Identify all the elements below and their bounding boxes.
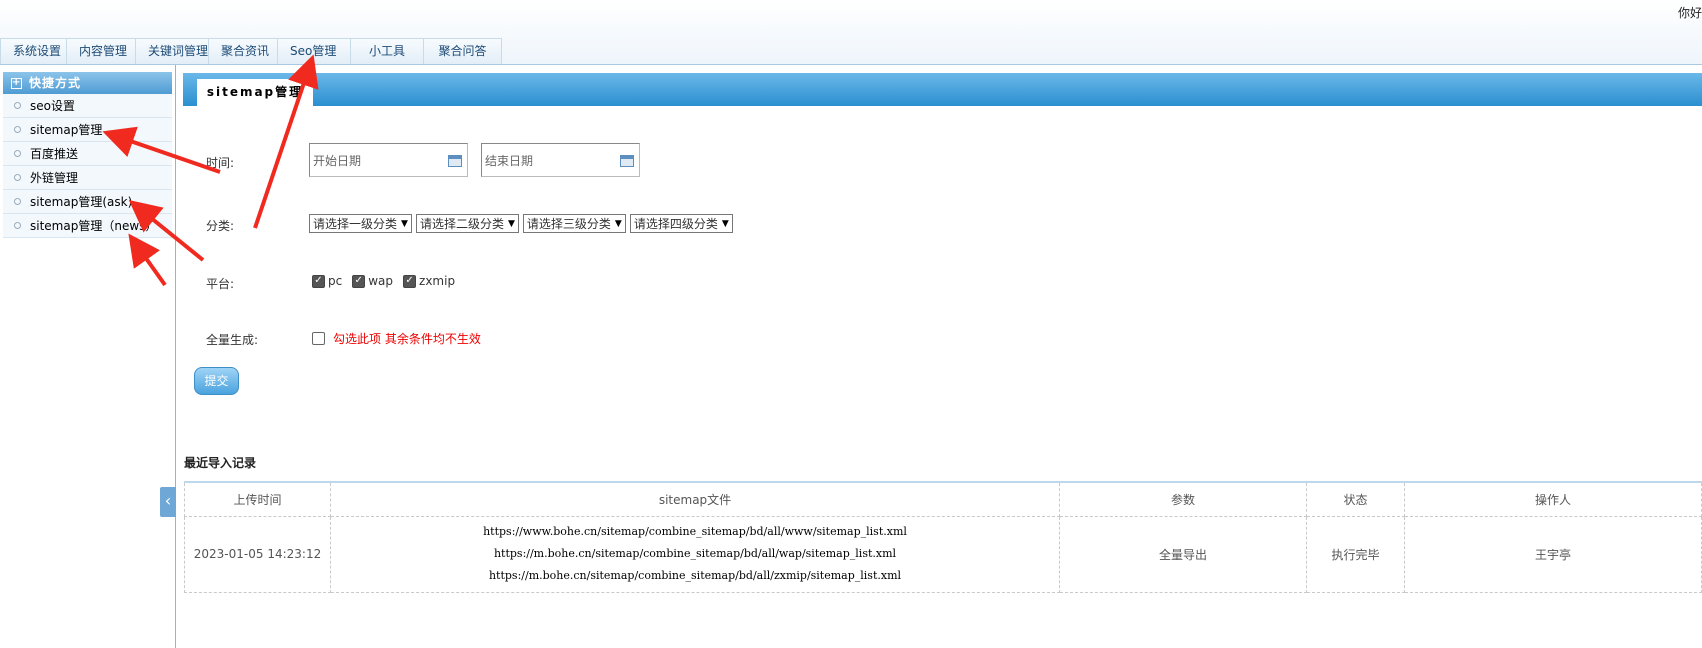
platform-wap-checkbox[interactable]: ✓ <box>352 274 366 288</box>
full-generate-checkbox[interactable] <box>312 332 325 345</box>
sidebar-item-label: sitemap管理（news） <box>30 219 158 233</box>
platform-pc-checkbox[interactable]: ✓ <box>312 274 325 288</box>
full-generate-label: 全量生成: <box>206 333 259 347</box>
nav-tab-content-management[interactable]: 内容管理 <box>67 38 136 64</box>
sitemap-file-url: https://www.bohe.cn/sitemap/combine_site… <box>483 525 907 538</box>
sidebar-title: 快捷方式 <box>29 76 82 90</box>
time-label: 时间: <box>206 156 235 170</box>
top-header: 你好 系统设置 内容管理 关键词管理 聚合资讯 Seo管理 小工具 聚合问答 <box>0 0 1702 64</box>
sidebar-item-external-links[interactable]: 外链管理 <box>3 166 172 190</box>
full-generate-hint: 勾选此项 其余条件均不生效 <box>333 332 481 346</box>
col-sitemap-file: sitemap文件 <box>330 481 1060 517</box>
calendar-icon[interactable] <box>448 155 462 167</box>
chevron-down-icon: ▼ <box>721 218 729 229</box>
sidebar-item-label: seo设置 <box>30 99 75 113</box>
main-content: sitemap管理 时间: 开始日期 结束日期 分类: 请选择一级分类 ▼ 请选择… <box>178 65 1702 648</box>
category-level3-select[interactable]: 请选择三级分类 ▼ <box>522 214 626 233</box>
submit-button[interactable]: 提交 <box>194 367 239 395</box>
chevron-down-icon: ▼ <box>401 218 408 229</box>
nav-tab-keyword-management[interactable]: 关键词管理 <box>136 38 209 64</box>
category-label: 分类: <box>206 219 235 233</box>
nav-tab-aggregated-qa[interactable]: 聚合问答 <box>424 38 502 64</box>
sidebar-item-baidu-push[interactable]: 百度推送 <box>3 142 172 166</box>
bullet-circle-icon <box>14 198 21 205</box>
full-generate-option: 勾选此项 其余条件均不生效 <box>312 330 481 347</box>
cell-params: 全量导出 <box>1059 515 1307 593</box>
full-generate-row: 全量生成: 勾选此项 其余条件均不生效 <box>206 330 806 348</box>
category-level4-select[interactable]: 请选择四级分类 ▼ <box>629 214 733 233</box>
sidebar-item-seo-settings[interactable]: seo设置 <box>3 94 172 118</box>
platform-zxmip-label: zxmip <box>419 274 456 288</box>
table-header-row: 上传时间 sitemap文件 参数 状态 操作人 <box>184 481 1702 517</box>
cell-sitemap-files: https://www.bohe.cn/sitemap/combine_site… <box>330 515 1060 593</box>
recent-imports-title: 最近导入记录 <box>184 456 257 470</box>
platform-row: 平台: ✓ pc ✓ wap ✓ zxmip <box>206 274 806 292</box>
sidebar-item-label: 外链管理 <box>30 171 79 185</box>
content-header-bar: sitemap管理 <box>183 73 1702 106</box>
sitemap-file-url: https://m.bohe.cn/sitemap/combine_sitema… <box>488 569 902 582</box>
category-level2-select[interactable]: 请选择二级分类 ▼ <box>415 214 519 233</box>
col-params: 参数 <box>1059 481 1307 517</box>
col-operator: 操作人 <box>1404 481 1702 517</box>
sidebar-header[interactable]: + 快捷方式 <box>3 72 172 94</box>
nav-tab-aggregated-news[interactable]: 聚合资讯 <box>209 38 278 64</box>
chevron-down-icon: ▼ <box>507 218 515 229</box>
platform-zxmip-checkbox[interactable]: ✓ <box>403 274 417 288</box>
expand-plus-icon: + <box>11 76 22 89</box>
sidebar-item-sitemap-news[interactable]: sitemap管理（news） <box>3 214 172 238</box>
cell-status: 执行完毕 <box>1306 515 1405 593</box>
select-value: 请选择三级分类 <box>526 217 611 231</box>
end-date-placeholder: 结束日期 <box>485 153 534 168</box>
start-date-input[interactable]: 开始日期 <box>309 143 468 177</box>
sitemap-file-url: https://m.bohe.cn/sitemap/combine_sitema… <box>493 547 897 560</box>
nav-tab-system-settings[interactable]: 系统设置 <box>0 38 67 64</box>
nav-tab-seo-management[interactable]: Seo管理 <box>278 38 351 64</box>
sidebar-item-sitemap-ask[interactable]: sitemap管理(ask) <box>3 190 172 214</box>
cell-upload-time: 2023-01-05 14:23:12 <box>184 515 331 593</box>
calendar-icon[interactable] <box>620 155 634 167</box>
chevron-down-icon: ▼ <box>614 218 622 229</box>
platform-wap-label: wap <box>368 274 394 288</box>
sidebar-item-sitemap[interactable]: sitemap管理 <box>3 118 172 142</box>
time-row: 时间: 开始日期 结束日期 <box>206 143 806 177</box>
category-row: 分类: 请选择一级分类 ▼ 请选择二级分类 ▼ 请选择三级分类 ▼ 请选择四级分类 ▼ <box>206 214 1106 234</box>
top-nav: 系统设置 内容管理 关键词管理 聚合资讯 Seo管理 小工具 聚合问答 <box>0 38 502 64</box>
col-status: 状态 <box>1306 481 1405 517</box>
import-records-table: 上传时间 sitemap文件 参数 状态 操作人 2023-01-05 14:2… <box>184 481 1702 593</box>
table-row: 2023-01-05 14:23:12 https://www.bohe.cn/… <box>184 515 1702 593</box>
bullet-circle-icon <box>14 102 21 109</box>
platform-label: 平台: <box>206 277 235 291</box>
cell-operator: 王宇亭 <box>1404 515 1702 593</box>
select-value: 请选择一级分类 <box>313 217 398 231</box>
bullet-circle-icon <box>14 174 21 181</box>
category-selects: 请选择一级分类 ▼ 请选择二级分类 ▼ 请选择三级分类 ▼ 请选择四级分类 ▼ <box>309 214 737 233</box>
sidebar-item-label: sitemap管理 <box>30 123 103 137</box>
chevron-left-icon: ‹ <box>164 491 172 510</box>
start-date-placeholder: 开始日期 <box>313 153 362 168</box>
col-upload-time: 上传时间 <box>184 481 331 517</box>
end-date-input[interactable]: 结束日期 <box>481 143 640 177</box>
tab-sitemap-management[interactable]: sitemap管理 <box>197 79 313 106</box>
bullet-circle-icon <box>14 126 21 133</box>
sidebar-item-label: sitemap管理(ask) <box>30 195 133 209</box>
sidebar-collapse-button[interactable]: ‹ <box>160 487 176 517</box>
platform-pc-label: pc <box>328 274 343 288</box>
bullet-circle-icon <box>14 150 21 157</box>
select-value: 请选择二级分类 <box>419 217 504 231</box>
bullet-circle-icon <box>14 222 21 229</box>
sidebar: + 快捷方式 seo设置 sitemap管理 百度推送 外链管理 sitemap… <box>0 65 176 648</box>
user-greeting: 你好 <box>1677 6 1702 20</box>
sidebar-item-label: 百度推送 <box>30 147 79 161</box>
nav-tab-tools[interactable]: 小工具 <box>351 38 424 64</box>
category-level1-select[interactable]: 请选择一级分类 ▼ <box>309 214 412 233</box>
platform-options: ✓ pc ✓ wap ✓ zxmip <box>312 274 465 288</box>
select-value: 请选择四级分类 <box>633 217 718 231</box>
